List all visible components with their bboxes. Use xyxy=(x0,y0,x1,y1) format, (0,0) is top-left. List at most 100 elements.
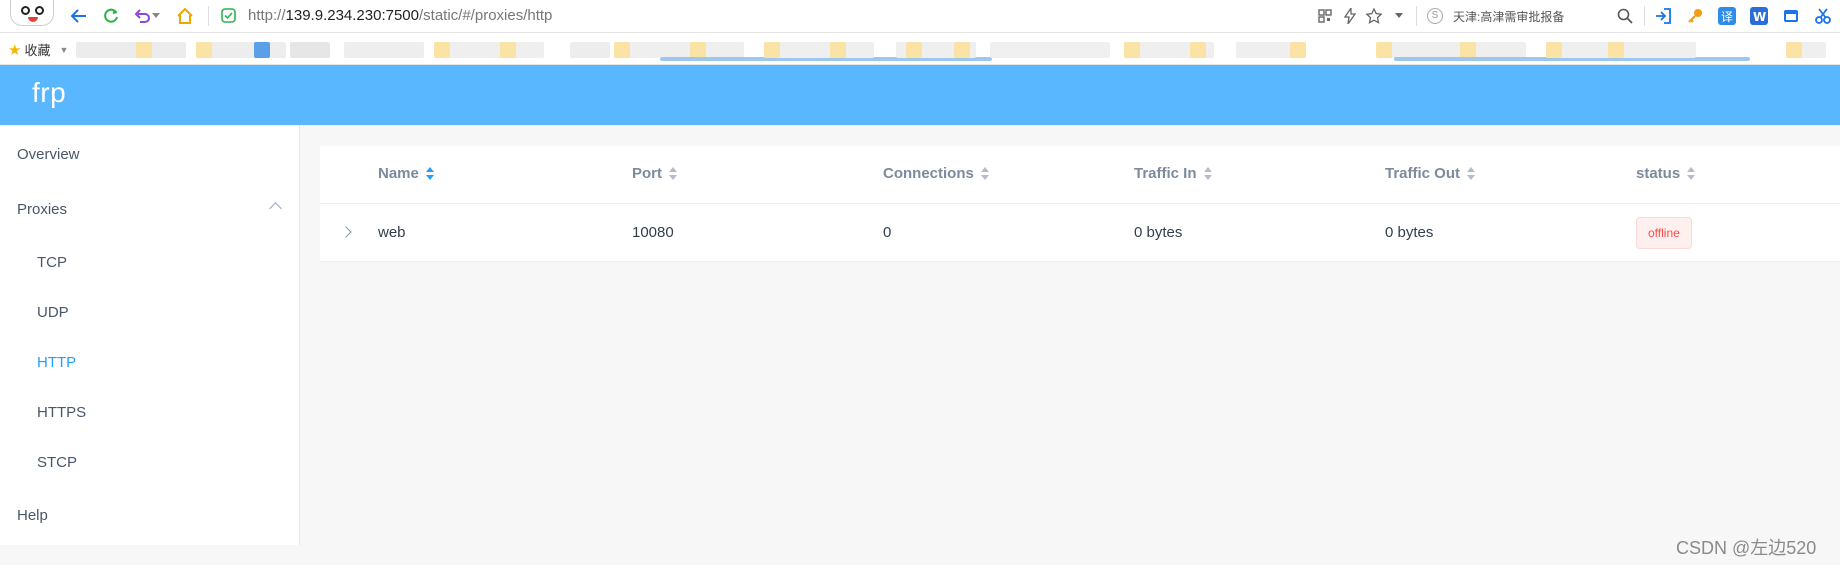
watermark: CSDN @左边520 xyxy=(1676,538,1817,558)
bookmark-item[interactable] xyxy=(614,42,744,58)
bookmark-folder-icon xyxy=(1608,42,1624,58)
sort-icon[interactable] xyxy=(669,166,679,181)
sidebar-item-overview[interactable]: Overview xyxy=(0,129,300,179)
bookmark-folder-icon xyxy=(136,42,152,58)
sidebar-item-label: UDP xyxy=(37,303,69,321)
undo-dropdown-icon[interactable] xyxy=(150,5,162,27)
column-header-traffic-out[interactable]: Traffic Out xyxy=(1385,165,1477,182)
sidebar-item-tcp[interactable]: TCP xyxy=(0,237,300,287)
refresh-icon[interactable] xyxy=(100,5,122,27)
bookmark-folder-icon xyxy=(1376,42,1392,58)
sidebar: Overview Proxies TCP UDP HTTP HTTPS STCP… xyxy=(0,125,300,545)
bookmark-item[interactable] xyxy=(434,42,544,58)
column-header-traffic-in[interactable]: Traffic In xyxy=(1134,165,1214,182)
home-icon[interactable] xyxy=(174,5,196,27)
sidebar-item-label: TCP xyxy=(37,253,67,271)
translate-extension-icon[interactable]: 译 xyxy=(1718,7,1736,25)
bookmark-item[interactable] xyxy=(570,42,610,58)
lightning-icon[interactable] xyxy=(1339,5,1361,27)
favorites-menu[interactable]: ★ 收藏 ▼ xyxy=(8,40,68,59)
expand-row-icon[interactable] xyxy=(340,226,352,238)
sidebar-item-proxies[interactable]: Proxies xyxy=(0,184,300,234)
bookmark-folder-icon xyxy=(690,42,706,58)
sort-icon[interactable] xyxy=(1203,166,1214,181)
qr-code-icon[interactable] xyxy=(1314,5,1336,27)
search-engine-icon: S xyxy=(1427,8,1443,24)
sort-icon[interactable] xyxy=(980,166,991,181)
secure-shield-icon xyxy=(220,7,237,24)
table-row[interactable]: web 10080 0 0 bytes 0 bytes offline xyxy=(320,204,1840,262)
toolbar-divider xyxy=(1416,6,1417,26)
bookmark-folder-icon xyxy=(1460,42,1476,58)
search-icon[interactable] xyxy=(1614,5,1636,27)
bookmark-item[interactable] xyxy=(76,42,186,58)
sort-icon[interactable] xyxy=(1467,166,1477,181)
bookmark-site-icon xyxy=(254,42,270,58)
search-box[interactable]: S 天津:高津需审批报备 xyxy=(1425,5,1640,27)
window-extension-icon[interactable] xyxy=(1782,7,1800,25)
column-header-name[interactable]: Name xyxy=(378,165,436,182)
bookmarks-bar: ★ 收藏 ▼ xyxy=(0,33,1840,65)
bookmark-item[interactable] xyxy=(990,42,1110,58)
profile-avatar[interactable] xyxy=(10,0,54,26)
sidebar-item-https[interactable]: HTTPS xyxy=(0,387,300,437)
sidebar-item-stcp[interactable]: STCP xyxy=(0,437,300,487)
bookmark-folder-icon xyxy=(954,42,970,58)
bookmark-folder-icon xyxy=(500,42,516,58)
bookmark-folder-icon xyxy=(906,42,922,58)
bookmark-item[interactable] xyxy=(764,42,874,58)
cell-connections: 0 xyxy=(883,224,892,241)
sidebar-item-label: STCP xyxy=(37,453,78,471)
favorites-dropdown-icon: ▼ xyxy=(59,44,69,55)
cell-port: 10080 xyxy=(632,224,674,241)
favorites-star-icon: ★ xyxy=(8,41,22,59)
app-logo[interactable]: frp xyxy=(32,77,66,109)
column-header-status[interactable]: status xyxy=(1636,165,1697,182)
toolbar-divider xyxy=(1644,6,1645,26)
sort-icon[interactable] xyxy=(425,166,436,181)
scissors-extension-icon[interactable] xyxy=(1814,7,1832,25)
chevron-up-icon xyxy=(269,202,282,215)
cell-traffic-out: 0 bytes xyxy=(1385,224,1434,241)
sidebar-item-label: HTTPS xyxy=(37,403,87,421)
column-header-port[interactable]: Port xyxy=(632,165,679,182)
toolbar-divider xyxy=(208,6,209,26)
sidebar-item-help[interactable]: Help xyxy=(0,490,300,540)
table-header: Name Port Connections Traffic In Traffic… xyxy=(320,146,1840,204)
bookmark-folder-icon xyxy=(614,42,630,58)
sidebar-item-label: Help xyxy=(17,506,48,524)
bookmark-item[interactable] xyxy=(344,42,424,58)
bookmark-folder-icon xyxy=(830,42,846,58)
sidebar-item-label: HTTP xyxy=(37,353,77,371)
bookmark-dropdown-icon[interactable] xyxy=(1388,5,1410,27)
bookmark-folder-icon xyxy=(1290,42,1306,58)
address-bar[interactable]: http://139.9.234.230:7500/static/#/proxi… xyxy=(248,7,552,24)
bookmark-folder-icon xyxy=(196,42,212,58)
sidebar-item-udp[interactable]: UDP xyxy=(0,287,300,337)
proxies-table: Name Port Connections Traffic In Traffic… xyxy=(320,146,1840,262)
back-arrow-icon[interactable] xyxy=(68,5,90,27)
bookmark-folder-icon xyxy=(1786,42,1802,58)
login-extension-icon[interactable] xyxy=(1654,7,1672,25)
bookmark-folder-icon xyxy=(434,42,450,58)
bookmark-item[interactable] xyxy=(1376,42,1526,58)
search-input[interactable]: 天津:高津需审批报备 xyxy=(1453,8,1564,25)
svg-text:译: 译 xyxy=(1721,10,1733,24)
sidebar-item-label: Overview xyxy=(17,145,80,163)
sidebar-item-http[interactable]: HTTP xyxy=(0,337,300,387)
star-bookmark-icon[interactable] xyxy=(1363,5,1385,27)
status-badge: offline xyxy=(1636,217,1692,249)
bookmark-folder-icon xyxy=(1190,42,1206,58)
sidebar-item-label: Proxies xyxy=(17,200,68,218)
app-header: frp xyxy=(0,65,1840,125)
sort-icon[interactable] xyxy=(1687,166,1697,181)
bookmark-item[interactable] xyxy=(290,42,330,58)
word-extension-icon[interactable]: W xyxy=(1750,7,1768,25)
column-header-connections[interactable]: Connections xyxy=(883,165,991,182)
cell-name: web xyxy=(378,224,406,241)
svg-text:W: W xyxy=(1753,10,1766,24)
page: http://139.9.234.230:7500/static/#/proxi… xyxy=(0,0,1840,565)
bookmark-folder-icon xyxy=(764,42,780,58)
key-extension-icon[interactable] xyxy=(1686,7,1704,25)
bookmark-folder-icon xyxy=(1546,42,1562,58)
